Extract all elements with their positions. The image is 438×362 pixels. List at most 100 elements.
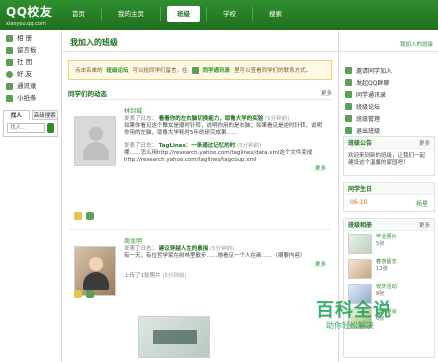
action-forum[interactable]: 班级论坛: [345, 100, 433, 112]
feed-action-icons: [74, 290, 94, 298]
post-title[interactable]: 看看你的左右脑切换能力，耶鲁大学的实验: [159, 116, 264, 122]
post-more-link[interactable]: 更多: [315, 166, 326, 172]
photo-caption-band: [153, 330, 197, 344]
post-meta: 发表了日志：: [124, 143, 158, 149]
sidebar-item-address-book[interactable]: 通讯录: [0, 80, 61, 92]
tip-link-forum[interactable]: 班级论坛: [107, 66, 129, 74]
sidebar-item-label: 好 友: [17, 70, 33, 78]
search-tabs: 找人 高级搜索: [3, 110, 58, 120]
left-sidebar: 相 册 留言板 社 团 好 友 通讯录 小纸条 找人 高级搜索: [0, 30, 62, 362]
qq-chat-icon: [345, 78, 352, 86]
post-time: (5分钟前): [265, 116, 290, 122]
right-sidebar: 我加入的班级 邀请同学加入 发起QQ群聊 同学通讯录 班级论坛 班级管理 退出班…: [338, 30, 438, 362]
album-thumbnail[interactable]: [348, 309, 372, 329]
comment-icon[interactable]: [86, 212, 94, 220]
album-text[interactable]: 毕业照片 5张: [376, 234, 430, 247]
announcement-box: 班级公告 更多 欢迎来到新的班级，让我们一起建设这个温馨的家园吧！: [343, 136, 435, 176]
nav-item-search[interactable]: 搜索: [259, 6, 292, 22]
nav-item-home[interactable]: 首页: [62, 6, 95, 22]
feed-username[interactable]: 林剑城: [124, 106, 142, 115]
exit-icon: [345, 126, 352, 134]
invite-icon: [345, 66, 352, 74]
action-label: 班级管理: [356, 115, 381, 123]
action-exit[interactable]: 退出班级: [345, 124, 433, 136]
comment-icon[interactable]: [86, 290, 94, 298]
avatar-body-placeholder: [83, 142, 109, 160]
album-thumbnail[interactable]: [348, 284, 372, 304]
left-menu: 相 册 留言板 社 团 好 友 通讯录 小纸条: [0, 30, 61, 108]
tip-link-contacts[interactable]: 同学通讯录: [203, 66, 231, 74]
joined-class-link[interactable]: 我加入的班级: [400, 40, 433, 48]
post-more-link[interactable]: 更多: [315, 262, 326, 268]
album-thumbnail[interactable]: [348, 259, 372, 279]
contacts-icon: [191, 66, 199, 74]
post-title[interactable]: TagLines：一条通过记忆的时: [159, 143, 236, 149]
sidebar-item-message-board[interactable]: 留言板: [0, 44, 61, 56]
people-search-input[interactable]: [7, 123, 45, 133]
birthday-box: 同学生日 06-10 杨星: [343, 182, 435, 212]
album-text[interactable]: 校庆活动 8张: [376, 284, 430, 297]
birthday-name[interactable]: 杨星: [416, 199, 428, 208]
page-title: 我加入的班级: [70, 38, 118, 47]
sidebar-item-notes[interactable]: 小纸条: [0, 92, 61, 104]
star-icon[interactable]: [74, 290, 82, 298]
post-snippet: 有一天，有位哲学家在树林里散步……她看见一个人在画……（摘要内容）: [124, 253, 306, 259]
page-header: 我加入的班级: [62, 30, 338, 52]
brand-logo[interactable]: QQ校友 xiaoyou.qq.com: [6, 3, 62, 27]
announcement-header: 班级公告 更多: [344, 137, 434, 149]
brand-domain: xiaoyou.qq.com: [6, 21, 46, 27]
avatar[interactable]: [74, 116, 116, 166]
action-manage[interactable]: 班级管理: [345, 112, 433, 124]
star-icon[interactable]: [74, 212, 82, 220]
nav-item-class[interactable]: 班级: [167, 6, 200, 22]
feed-more-link[interactable]: 更多: [321, 89, 332, 97]
action-label: 邀请同学加入: [356, 67, 393, 75]
album-text[interactable]: 春游留念 12张: [376, 259, 430, 272]
action-contacts[interactable]: 同学通讯录: [345, 88, 433, 100]
manage-icon: [345, 114, 352, 122]
sidebar-item-friends[interactable]: 好 友: [0, 68, 61, 80]
birthday-title: 同学生日: [348, 186, 373, 193]
album-text[interactable]: 同学聚会 6张: [376, 309, 430, 322]
left-search-box: [3, 120, 58, 137]
club-icon: [6, 58, 13, 66]
birthday-date: 06-10: [350, 199, 368, 206]
note-icon: [6, 94, 13, 102]
friends-icon: [6, 70, 13, 78]
announcement-title: 班级公告: [348, 140, 373, 147]
post-time: (5分钟前): [237, 143, 262, 149]
album-item-sub: 8张: [376, 290, 385, 297]
tip-suffix: 里可以查看同学们的联系方式。: [234, 68, 312, 74]
uploaded-photo-thumbnail[interactable]: [138, 316, 210, 358]
message-board-icon: [6, 46, 13, 54]
feed-item: 周龙明 发表了日志： 建议穿越人生的素描 (5分钟前) 有一天，有位哲学家在树林…: [68, 234, 332, 362]
top-bar: QQ校友 xiaoyou.qq.com 首页 我的主页 班级 学校 搜索: [0, 0, 438, 30]
feed-action-icons: [74, 212, 94, 220]
tip-prefix: 点击名单的: [75, 68, 103, 74]
action-invite[interactable]: 邀请同学加入: [345, 64, 433, 76]
post-title[interactable]: 建议穿越人生的素描: [159, 246, 209, 252]
sidebar-item-label: 相 册: [17, 34, 33, 42]
album-more[interactable]: 更多: [419, 221, 430, 229]
feed-username[interactable]: 周龙明: [124, 236, 142, 245]
album-thumbnail[interactable]: [348, 234, 372, 254]
right-top-line: 我加入的班级: [339, 30, 438, 52]
nav-item-school[interactable]: 学校: [213, 6, 246, 22]
nav-item-my-home[interactable]: 我的主页: [108, 6, 154, 22]
sidebar-item-photos[interactable]: 相 册: [0, 32, 61, 44]
tab-advanced-search[interactable]: 高级搜索: [31, 110, 58, 120]
contacts-icon: [345, 90, 352, 98]
search-button[interactable]: [47, 123, 54, 133]
action-qq-chat[interactable]: 发起QQ群聊: [345, 76, 433, 88]
post-snippet: 如果你看见这个舞女是顺时针转，说明你用的是右脑；如果看见是逆时针转，说明你用的左…: [124, 123, 323, 136]
feed-item: 林剑城 发表了日志： 看看你的左右脑切换能力，耶鲁大学的实验 (5分钟前) 如果…: [68, 104, 332, 230]
action-label: 退出班级: [356, 127, 381, 135]
forum-icon: [345, 102, 352, 110]
tab-find-people[interactable]: 找人: [3, 110, 30, 120]
announcement-more[interactable]: 更多: [419, 139, 430, 147]
sidebar-item-club[interactable]: 社 团: [0, 56, 61, 68]
avatar[interactable]: [74, 246, 116, 296]
birthday-row: 06-10 杨星: [344, 195, 434, 212]
avatar-body-photo: [83, 272, 109, 290]
main-content: 我加入的班级 点击名单的 班级论坛 可以给同学们留言，在 同学通讯录 里可以查看…: [62, 30, 338, 362]
